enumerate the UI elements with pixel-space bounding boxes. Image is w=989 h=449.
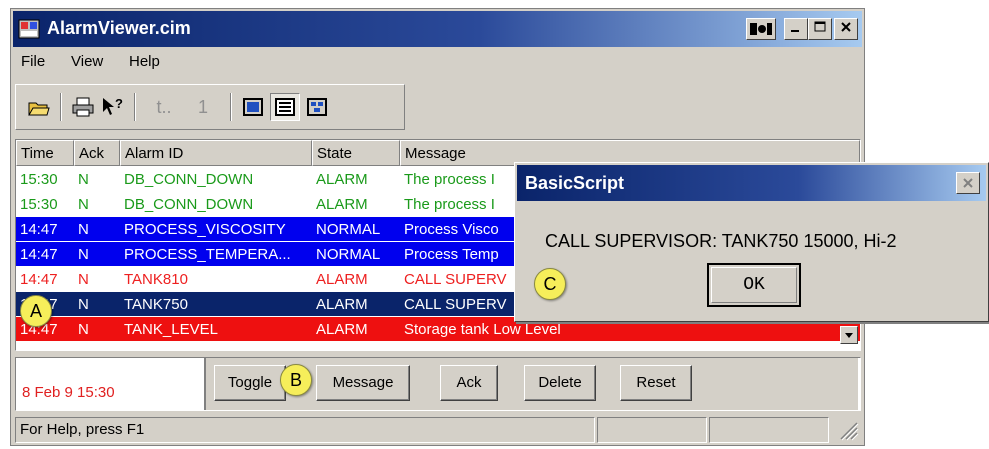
toolbar-separator [60,93,62,121]
cell-time: 14:47 [20,221,58,238]
status-help-text: For Help, press F1 [15,417,595,443]
cell-alarm-id: TANK750 [124,296,188,313]
window-title: AlarmViewer.cim [47,18,191,38]
column-header-time[interactable]: Time [16,140,74,166]
cell-ack: N [78,321,89,338]
cell-alarm-id: DB_CONN_DOWN [124,196,254,213]
cell-ack: N [78,196,89,213]
menu-help[interactable]: Help [129,53,160,70]
column-header-alarm-id[interactable]: Alarm ID [120,140,312,166]
cell-ack: N [78,246,89,263]
page-number-label: 1 [197,97,208,117]
toolbar: ? t.. 1 [15,84,405,130]
delete-button[interactable]: Delete [524,365,596,401]
network-view-icon[interactable] [302,93,332,121]
ack-button[interactable]: Ack [440,365,498,401]
basicscript-dialog: BasicScript CALL SUPERVISOR: TANK750 150… [514,162,989,322]
menu-file[interactable]: File [21,53,45,70]
cell-alarm-id: PROCESS_VISCOSITY [124,221,286,238]
cell-alarm-id: DB_CONN_DOWN [124,171,254,188]
cell-ack: N [78,271,89,288]
cell-time: 15:30 [20,196,58,213]
status-pane-3 [709,417,829,443]
cell-alarm-id: TANK810 [124,271,188,288]
minimize-button[interactable] [784,18,808,40]
cell-state: ALARM [316,271,368,288]
cell-time: 14:47 [20,271,58,288]
cell-time: 14:47 [20,246,58,263]
scroll-down-button[interactable] [840,326,858,344]
close-button[interactable] [834,18,858,40]
maximize-button[interactable] [808,18,832,40]
dialog-close-button[interactable] [956,172,980,194]
cell-time: 15:30 [20,171,58,188]
toolbar-separator [230,93,232,121]
callout-marker-b: B [280,364,312,396]
cell-ack: N [78,171,89,188]
cell-alarm-id: TANK_LEVEL [124,321,218,338]
column-header-state[interactable]: State [312,140,400,166]
callout-marker-a: A [20,295,52,327]
title-bar[interactable]: AlarmViewer.cim [13,11,862,47]
cell-ack: N [78,296,89,313]
up-level-label: t.. [156,97,172,117]
cell-state: NORMAL [316,246,381,263]
cell-alarm-id: PROCESS_TEMPERA... [124,246,291,263]
details-view-icon[interactable] [270,93,300,121]
cell-state: ALARM [316,296,368,313]
alarm-control-panel: 8 Feb 9 15:30 Toggle Message Ack Delete … [15,357,861,411]
menu-view[interactable]: View [71,53,103,70]
up-level-button[interactable]: t.. [142,93,186,121]
print-icon[interactable] [68,93,98,121]
column-header-ack[interactable]: Ack [74,140,120,166]
app-icon [18,19,40,39]
ok-button[interactable]: OK [707,263,801,307]
cell-ack: N [78,221,89,238]
context-help-icon[interactable]: ? [98,93,128,121]
toolbar-separator [134,93,136,121]
resize-grip-icon[interactable] [831,417,861,443]
message-button[interactable]: Message [316,365,410,401]
cell-state: ALARM [316,321,368,338]
open-folder-icon[interactable] [24,93,54,121]
large-icons-icon[interactable] [238,93,268,121]
extra-caption-icon[interactable] [746,18,776,40]
cell-state: ALARM [316,171,368,188]
status-pane-2 [597,417,707,443]
menu-bar: File View Help [13,49,862,75]
reset-button[interactable]: Reset [620,365,692,401]
toggle-button[interactable]: Toggle [214,365,286,401]
cell-state: NORMAL [316,221,381,238]
status-bar: For Help, press F1 [15,417,861,443]
current-datetime: 8 Feb 9 15:30 [22,384,115,401]
dialog-title: BasicScript [525,173,625,193]
dialog-title-bar[interactable]: BasicScript [517,165,986,201]
page-number: 1 [188,93,218,121]
cell-state: ALARM [316,196,368,213]
dialog-message: CALL SUPERVISOR: TANK750 15000, Hi-2 [545,231,897,251]
callout-marker-c: C [534,268,566,300]
svg-text:?: ? [115,96,123,111]
